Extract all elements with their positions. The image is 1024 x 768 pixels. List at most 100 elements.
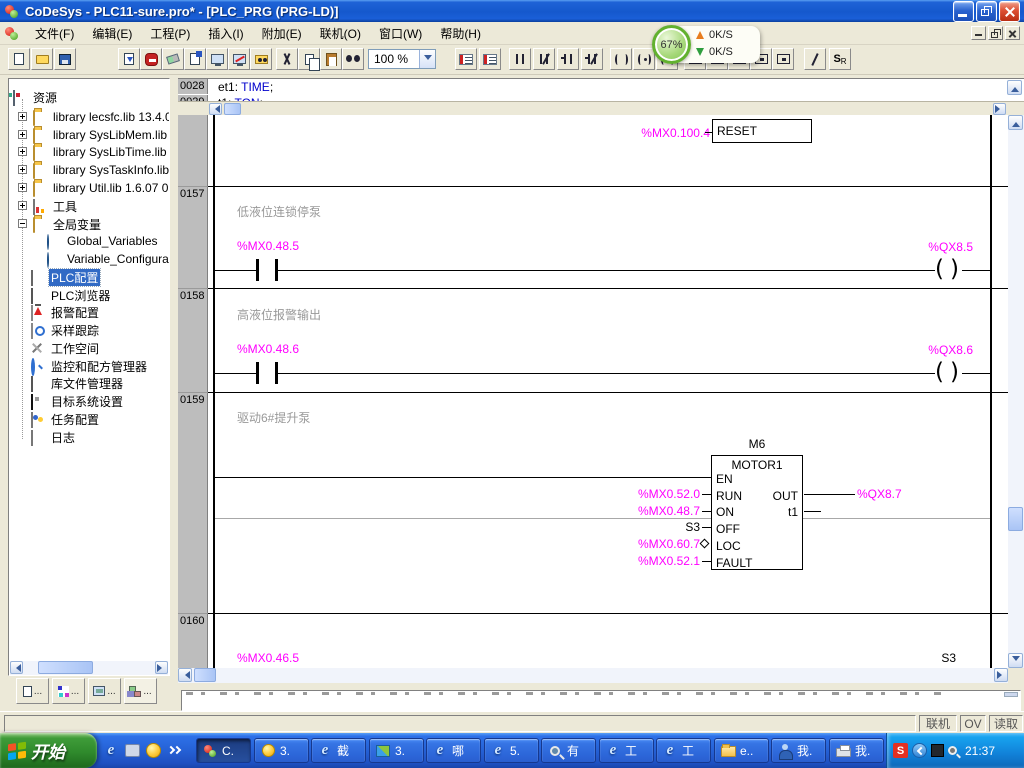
menu-help[interactable]: 帮助(H) bbox=[431, 22, 490, 45]
scrollbar-thumb[interactable] bbox=[1008, 507, 1023, 531]
ladder-editor[interactable]: 0157 0158 0159 0160 %MX0.100.4 RESET 低液位… bbox=[178, 115, 1008, 668]
tab-resources[interactable]: ... bbox=[124, 678, 157, 704]
insert-set-coil-button[interactable] bbox=[633, 48, 655, 70]
operand-label[interactable]: %MX0.100.4 bbox=[618, 126, 710, 140]
tree-item-sampling-trace[interactable]: 采样跟踪 bbox=[31, 322, 101, 338]
tree-item-library-3[interactable]: library SysLibTime.lib 1 bbox=[33, 144, 170, 160]
minimize-button[interactable] bbox=[953, 1, 974, 22]
expand-icon[interactable] bbox=[18, 147, 27, 156]
task-ie-2[interactable]: e哪 bbox=[426, 738, 481, 763]
fb-input-operand[interactable]: %MX0.48.7 bbox=[608, 504, 700, 518]
collapse-tray-icon[interactable] bbox=[912, 743, 927, 758]
tree-item-library-5[interactable]: library Util.lib 1.6.07 09 bbox=[33, 180, 170, 196]
menu-insert[interactable]: 插入(I) bbox=[199, 22, 252, 45]
scroll-right-icon[interactable] bbox=[994, 668, 1008, 682]
scroll-down-icon[interactable] bbox=[1008, 653, 1023, 668]
scroll-left-icon[interactable] bbox=[209, 103, 222, 115]
tree-horizontal-scrollbar[interactable] bbox=[10, 661, 168, 675]
resources-tree-panel[interactable]: 资源 library lecsfc.lib 13.4.0 library Sys… bbox=[8, 78, 170, 676]
expand-icon[interactable] bbox=[18, 165, 27, 174]
tree-item-global-variables[interactable]: Global_Variables bbox=[47, 233, 160, 249]
cut-button[interactable] bbox=[276, 48, 298, 70]
save-button[interactable] bbox=[54, 48, 76, 70]
menu-extras[interactable]: 附加(E) bbox=[253, 22, 311, 45]
insert-coil-button[interactable] bbox=[610, 48, 632, 70]
tree-item-library-2[interactable]: library SysLibMem.lib 1 bbox=[33, 127, 170, 143]
tree-item-library-4[interactable]: library SysTaskInfo.lib bbox=[33, 162, 170, 178]
taskbar-clock[interactable]: 21:37 bbox=[965, 744, 995, 758]
find-button[interactable] bbox=[342, 48, 364, 70]
login-button[interactable] bbox=[206, 48, 228, 70]
tree-item-global-variables-folder[interactable]: 全局变量 bbox=[33, 216, 103, 232]
zoom-dropdown-arrow-icon[interactable] bbox=[419, 50, 435, 68]
quick-launch-desktop-icon[interactable] bbox=[123, 741, 141, 759]
paste-button[interactable] bbox=[320, 48, 342, 70]
quick-launch-360-icon[interactable] bbox=[144, 741, 162, 759]
fb-input-operand[interactable]: S3 bbox=[608, 520, 700, 534]
fb-input-operand[interactable]: %MX0.52.1 bbox=[608, 554, 700, 568]
mdi-restore-button[interactable] bbox=[988, 26, 1003, 40]
tree-item-alarm-configuration[interactable]: 报警配置 bbox=[31, 304, 101, 320]
sogou-tray-icon[interactable]: S bbox=[893, 743, 908, 758]
scroll-left-icon[interactable] bbox=[10, 661, 23, 674]
menu-project[interactable]: 工程(P) bbox=[141, 22, 199, 45]
insert-contact-button[interactable] bbox=[509, 48, 531, 70]
task-explorer[interactable]: e.. bbox=[714, 738, 769, 763]
ladder-vertical-scrollbar[interactable] bbox=[1008, 115, 1024, 668]
insert-negated-contact-button[interactable] bbox=[533, 48, 555, 70]
close-button[interactable] bbox=[999, 1, 1020, 22]
tree-item-tools[interactable]: 工具 bbox=[33, 198, 79, 214]
coil-operand[interactable]: %QX8.6 bbox=[878, 343, 973, 357]
menu-edit[interactable]: 编辑(E) bbox=[83, 22, 141, 45]
tree-item-log[interactable]: 日志 bbox=[31, 429, 77, 445]
download-button[interactable] bbox=[118, 48, 140, 70]
quick-launch-ie-icon[interactable]: e bbox=[102, 741, 120, 759]
expand-icon[interactable] bbox=[18, 201, 27, 210]
tree-item-variable-configuration[interactable]: Variable_Configura bbox=[47, 251, 170, 267]
tree-item-library-1[interactable]: library lecsfc.lib 13.4.0 bbox=[33, 109, 170, 125]
insert-timer-button[interactable] bbox=[772, 48, 794, 70]
expand-icon[interactable] bbox=[18, 130, 27, 139]
task-ie-5[interactable]: e工 bbox=[656, 738, 711, 763]
scroll-left-icon[interactable] bbox=[178, 668, 192, 682]
task-ie-3[interactable]: e5. bbox=[484, 738, 539, 763]
start-button[interactable]: 开始 bbox=[0, 733, 97, 768]
task-pictures[interactable]: 3. bbox=[369, 738, 424, 763]
expand-icon[interactable] bbox=[18, 183, 27, 192]
task-ie-1[interactable]: e截 bbox=[311, 738, 366, 763]
contact-operand[interactable]: %MX0.48.5 bbox=[237, 239, 299, 253]
operand-label[interactable]: S3 bbox=[918, 651, 956, 665]
scroll-up-icon[interactable] bbox=[1008, 115, 1023, 130]
fb-input-operand[interactable]: %MX0.52.0 bbox=[608, 487, 700, 501]
declaration-editor[interactable]: 0028 et1: TIME; 0029 t1: TON; bbox=[178, 78, 1024, 101]
tab-data-types[interactable]: ... bbox=[52, 678, 85, 704]
task-360[interactable]: 3. bbox=[254, 738, 309, 763]
menu-file[interactable]: 文件(F) bbox=[26, 22, 83, 45]
fb-instance-name[interactable]: M6 bbox=[711, 437, 803, 451]
scrollbar-thumb[interactable] bbox=[194, 668, 216, 682]
expand-icon[interactable] bbox=[18, 112, 27, 121]
zoom-select[interactable]: 100 % bbox=[368, 49, 436, 69]
network-after-button[interactable] bbox=[479, 48, 501, 70]
contact-operand[interactable]: %MX0.46.5 bbox=[237, 651, 299, 665]
task-search[interactable]: 有 bbox=[541, 738, 596, 763]
tree-item-watch-recipe-manager[interactable]: 监控和配方管理器 bbox=[31, 358, 149, 374]
mdi-minimize-button[interactable] bbox=[971, 26, 986, 40]
restore-button[interactable] bbox=[976, 1, 997, 22]
contact-operand[interactable]: %MX0.48.6 bbox=[237, 342, 299, 356]
tree-item-target-settings[interactable]: 目标系统设置 bbox=[31, 393, 125, 409]
reset-box[interactable]: RESET bbox=[712, 119, 812, 143]
network-comment[interactable]: 驱动6#提升泵 bbox=[237, 409, 310, 426]
tree-item-plc-configuration[interactable]: PLC配置 bbox=[31, 269, 100, 285]
tab-pous[interactable]: ... bbox=[16, 678, 49, 704]
task-my-documents[interactable]: 我. bbox=[771, 738, 826, 763]
tree-item-library-manager[interactable]: 库文件管理器 bbox=[31, 375, 125, 391]
tree-item-workspace[interactable]: 工作空间 bbox=[31, 340, 101, 356]
open-file-button[interactable] bbox=[31, 48, 53, 70]
new-file-button[interactable] bbox=[8, 48, 30, 70]
task-printer[interactable]: 我. bbox=[829, 738, 884, 763]
insert-line-button[interactable] bbox=[804, 48, 826, 70]
task-ie-4[interactable]: e工 bbox=[599, 738, 654, 763]
declaration-scroll-up-icon[interactable] bbox=[1007, 80, 1022, 95]
menu-window[interactable]: 窗口(W) bbox=[370, 22, 431, 45]
